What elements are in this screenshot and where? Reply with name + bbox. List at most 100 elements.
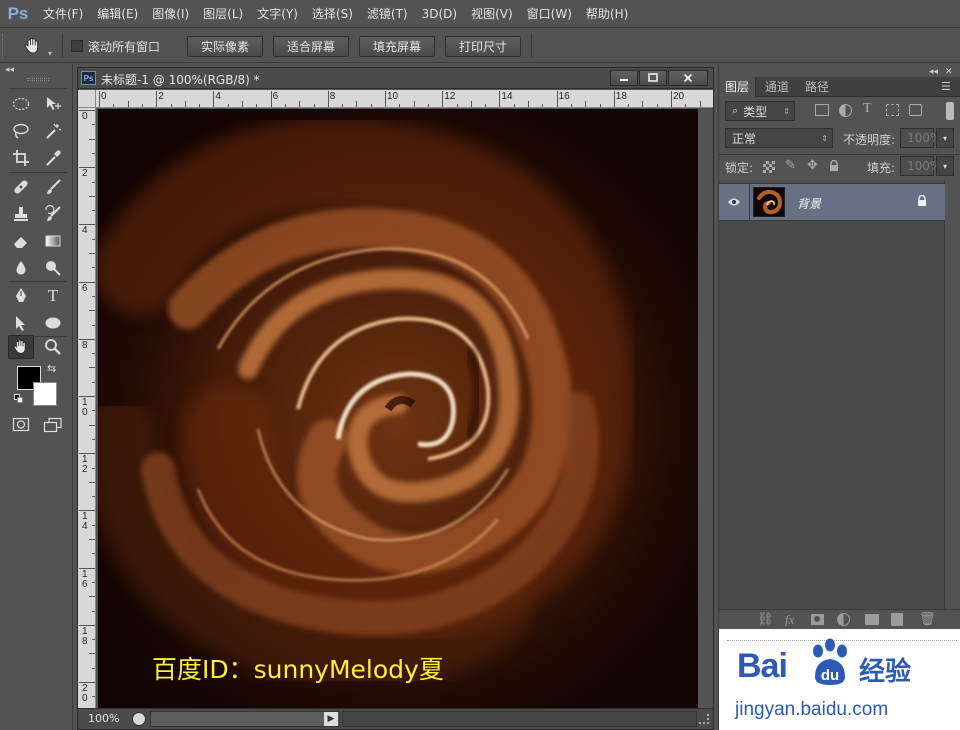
menu-item-6[interactable]: 滤镜(T) [360, 0, 415, 28]
layer-style-icon[interactable]: fx [785, 612, 794, 628]
ruler-tick [99, 91, 100, 107]
photoshop-logo: Ps [7, 3, 29, 23]
lock-transparent-icon[interactable] [763, 161, 775, 173]
ruler-tick [127, 101, 129, 107]
zoom-level[interactable]: 100% [88, 712, 119, 725]
ruler-tick [89, 138, 95, 140]
menu-item-5[interactable]: 选择(S) [305, 0, 360, 28]
filter-type-icon[interactable]: T [863, 101, 872, 117]
screen-mode-icon[interactable] [40, 413, 66, 437]
document-title-bar[interactable]: Ps 未标题-1 @ 100%(RGB/8) * [78, 68, 713, 89]
history-brush-icon[interactable] [40, 202, 66, 226]
fit-screen-button[interactable]: 适合屏幕 [273, 36, 349, 57]
resize-grip-icon[interactable] [699, 714, 709, 724]
fill-dropdown-icon[interactable]: ▾ [936, 156, 954, 176]
menu-item-4[interactable]: 文字(Y) [250, 0, 305, 28]
menu-item-3[interactable]: 图层(L) [196, 0, 250, 28]
eyedropper-icon[interactable] [40, 146, 66, 170]
canvas-area[interactable]: 百度ID：sunnyMelody夏 [96, 108, 713, 708]
baidu-logo-text: Bai [737, 647, 788, 685]
background-color-swatch[interactable] [33, 382, 57, 406]
panel-menu-icon[interactable]: ☰ [941, 80, 951, 93]
new-group-icon[interactable] [865, 614, 879, 625]
collapse-panel-icon[interactable]: ◂◂ [929, 67, 938, 77]
print-size-button[interactable]: 打印尺寸 [445, 36, 521, 57]
layer-list-scrollbar[interactable] [946, 181, 960, 609]
healing-brush-icon[interactable] [8, 175, 34, 199]
layer-row-background[interactable]: 背景 [719, 183, 945, 221]
ruler-origin[interactable] [78, 90, 96, 108]
collapse-icon[interactable]: ◂◂ [5, 65, 14, 75]
hand-icon[interactable] [22, 35, 46, 57]
blur-icon[interactable] [8, 256, 34, 280]
crop-icon[interactable] [8, 146, 34, 170]
opacity-dropdown-icon[interactable]: ▾ [936, 128, 954, 148]
path-selection-icon[interactable] [8, 311, 34, 335]
close-panel-icon[interactable]: ✕ [945, 67, 953, 77]
tab-paths[interactable]: 路径 [799, 77, 835, 97]
menu-item-7[interactable]: 3D(D) [415, 0, 464, 28]
status-menu-arrow-icon[interactable]: ▶ [324, 712, 338, 726]
ellipse-marquee-icon[interactable] [8, 92, 34, 116]
lasso-icon[interactable] [8, 119, 34, 143]
options-grip[interactable] [2, 34, 5, 58]
tab-channels[interactable]: 通道 [759, 77, 795, 97]
swap-colors-icon[interactable]: ⇆ [47, 362, 56, 375]
eye-icon[interactable] [719, 184, 750, 220]
minimize-button[interactable] [610, 70, 638, 86]
actual-pixels-button[interactable]: 实际像素 [187, 36, 263, 57]
delete-layer-icon[interactable]: 🗑 [919, 612, 936, 627]
filter-pixel-icon[interactable] [815, 104, 829, 116]
fill-input[interactable]: 100% [900, 156, 941, 176]
zoom-icon[interactable] [40, 335, 66, 359]
link-layers-icon[interactable]: ⛓ [757, 612, 774, 627]
filter-shape-icon[interactable] [886, 104, 899, 116]
maximize-button[interactable] [639, 70, 667, 86]
layer-list[interactable] [719, 181, 945, 609]
menu-item-2[interactable]: 图像(I) [145, 0, 196, 28]
menu-item-0[interactable]: 文件(F) [36, 0, 90, 28]
dodge-icon[interactable] [40, 256, 66, 280]
eraser-icon[interactable] [8, 229, 34, 253]
filter-adjustment-icon[interactable] [839, 104, 852, 117]
tool-preset-arrow[interactable]: ▾ [48, 49, 52, 58]
clone-stamp-icon[interactable] [8, 202, 34, 226]
close-button[interactable] [668, 70, 708, 86]
new-layer-icon[interactable] [891, 613, 903, 626]
lock-all-icon[interactable] [829, 159, 839, 172]
ellipse-shape-icon[interactable] [40, 311, 66, 335]
pen-icon[interactable] [8, 284, 34, 308]
filter-toggle[interactable] [946, 102, 954, 120]
toolbox-grip[interactable] [27, 78, 49, 81]
quick-mask-icon[interactable] [8, 413, 34, 437]
brush-icon[interactable] [40, 175, 66, 199]
magic-wand-icon[interactable] [40, 119, 66, 143]
menu-item-1[interactable]: 编辑(E) [90, 0, 145, 28]
layer-filter-select[interactable]: ⌕ 类型 ⇕ [725, 101, 795, 121]
adjustment-layer-icon[interactable] [837, 613, 850, 626]
horizontal-scrollbar[interactable] [342, 711, 697, 727]
swirl-image[interactable] [98, 109, 698, 708]
opacity-input[interactable]: 100% [900, 128, 941, 148]
lock-pixels-icon[interactable]: ✎ [785, 158, 796, 173]
menu-item-10[interactable]: 帮助(H) [579, 0, 635, 28]
fill-screen-button[interactable]: 填充屏幕 [359, 36, 435, 57]
menu-item-9[interactable]: 窗口(W) [520, 0, 579, 28]
status-info-icon[interactable] [132, 712, 146, 726]
blend-mode-select[interactable]: 正常 ⇕ [725, 128, 833, 148]
type-icon[interactable]: T [40, 284, 66, 308]
filter-smart-object-icon[interactable] [909, 104, 922, 116]
move-icon[interactable] [40, 92, 66, 116]
horizontal-ruler[interactable]: 0 2 4 6 8 10 12 14 16 18 20 [96, 90, 713, 108]
ruler-label: 8 [329, 91, 336, 102]
gradient-icon[interactable] [40, 229, 66, 253]
lock-position-icon[interactable]: ✥ [807, 158, 818, 173]
scroll-all-checkbox[interactable] [71, 40, 83, 52]
layer-name[interactable]: 背景 [797, 195, 821, 212]
add-mask-icon[interactable] [811, 614, 824, 625]
default-colors-icon[interactable] [14, 394, 24, 404]
menu-item-8[interactable]: 视图(V) [464, 0, 520, 28]
hand-tool-icon[interactable] [8, 335, 34, 359]
tab-layers[interactable]: 图层 [719, 77, 757, 97]
vertical-ruler[interactable]: 0 2 4 6 8 1 0 1 2 1 4 1 6 1 8 2 0 [78, 108, 96, 708]
